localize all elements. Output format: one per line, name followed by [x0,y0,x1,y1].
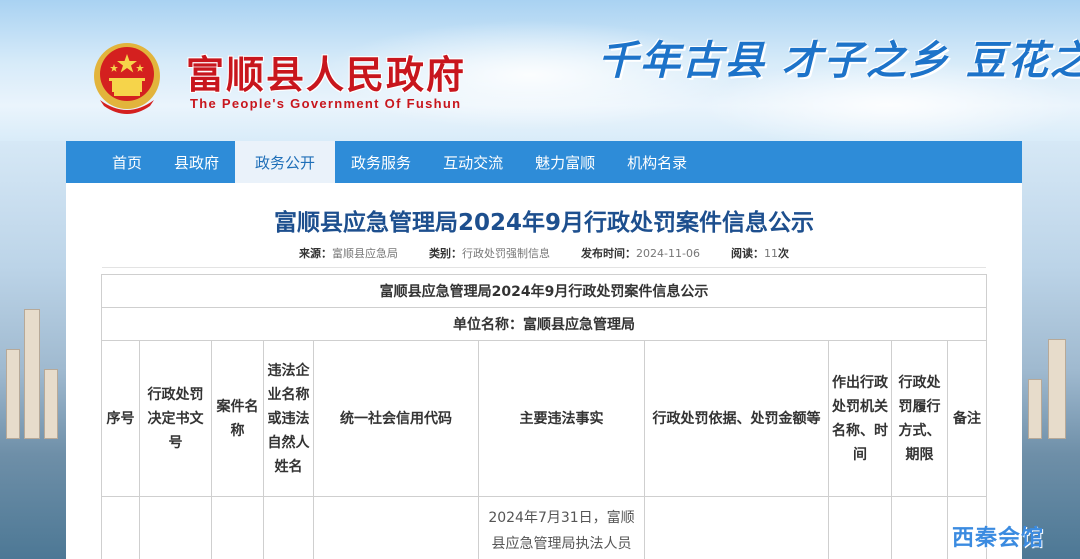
nav-county-government[interactable]: 县政府 [158,141,235,183]
cell-authority [828,496,892,559]
nav-interaction[interactable]: 互动交流 [427,141,519,183]
views-count: 11 [763,247,778,260]
date-label: 发布时间： [581,247,637,260]
article-meta: 来源：富顺县应急局 类别：行政处罚强制信息 发布时间：2024-11-06 阅读… [66,245,1022,261]
header-penalty-basis-amount: 行政处罚依据、处罚金额等 [644,340,829,497]
header-violator-name: 违法企业名称或违法自然人姓名 [263,340,314,497]
watermark-logo: 西秦会馆 [952,526,1045,551]
views-label: 阅读： [730,247,764,260]
nav-institution-directory[interactable]: 机构名录 [611,141,703,183]
article-title: 富顺县应急管理局2024年9月行政处罚案件信息公示 [273,210,815,236]
source-value: 富顺县应急局 [332,247,399,260]
national-emblem-icon [94,43,160,114]
table-row: 2024年7月31日，富顺县应急管理局执法人员 [101,496,988,559]
nav-government-services[interactable]: 政务服务 [335,141,427,183]
cell-document-number [139,496,212,559]
article-panel: 富顺县应急管理局2024年9月行政处罚案件信息公示 来源：富顺县应急局 类别：行… [66,183,1022,559]
scenery-left [0,141,66,559]
cell-serial [101,496,140,559]
cell-violator [263,496,314,559]
header-remarks: 备注 [946,340,988,497]
table-unit-name: 单位名称：富顺县应急管理局 [100,307,988,341]
header-main-violation-facts: 主要违法事实 [478,340,645,497]
cell-case-name [211,496,264,559]
category-value: 行政处罚强制信息 [462,247,551,260]
header-authority-and-time: 作出行政处罚机关名称、时间 [828,340,892,497]
cell-performance [891,496,948,559]
nav-home[interactable]: 首页 [96,141,158,183]
header-performance-method-deadline: 行政处罚履行方式、期限 [891,340,948,497]
header-banner: 富顺县人民政府 The People's Government Of Fushu… [0,0,1080,141]
header-case-name: 案件名称 [211,340,264,497]
nav-government-affairs-disclosure[interactable]: 政务公开 [235,141,336,183]
header-credit-code: 统一社会信用代码 [313,340,479,497]
cell-penalty-basis [644,496,829,559]
cell-credit-code [313,496,479,559]
cell-violation-fact: 2024年7月31日，富顺县应急管理局执法人员 [478,496,645,559]
nav-charm-fushun[interactable]: 魅力富顺 [519,141,611,183]
date-value: 2024-11-06 [636,247,700,260]
meta-divider [102,267,986,268]
site-slogan: 千年古县 才子之乡 豆花之 [598,37,1080,84]
penalty-table: 富顺县应急管理局2024年9月行政处罚案件信息公示 单位名称：富顺县应急管理局 … [100,274,988,559]
views-unit: 次 [777,247,789,260]
header-serial-number: 序号 [101,340,140,497]
main-nav: 首页 县政府 政务公开 政务服务 互动交流 魅力富顺 机构名录 [66,141,1022,183]
table-caption: 富顺县应急管理局2024年9月行政处罚案件信息公示 [100,274,988,308]
site-subtitle: The People's Government Of Fushun [190,96,462,111]
source-label: 来源： [299,247,333,260]
header-decision-document-number: 行政处罚决定书文号 [139,340,212,497]
scenery-right [1022,141,1080,559]
site-title: 富顺县人民政府 [186,52,467,97]
category-label: 类别： [429,247,463,260]
